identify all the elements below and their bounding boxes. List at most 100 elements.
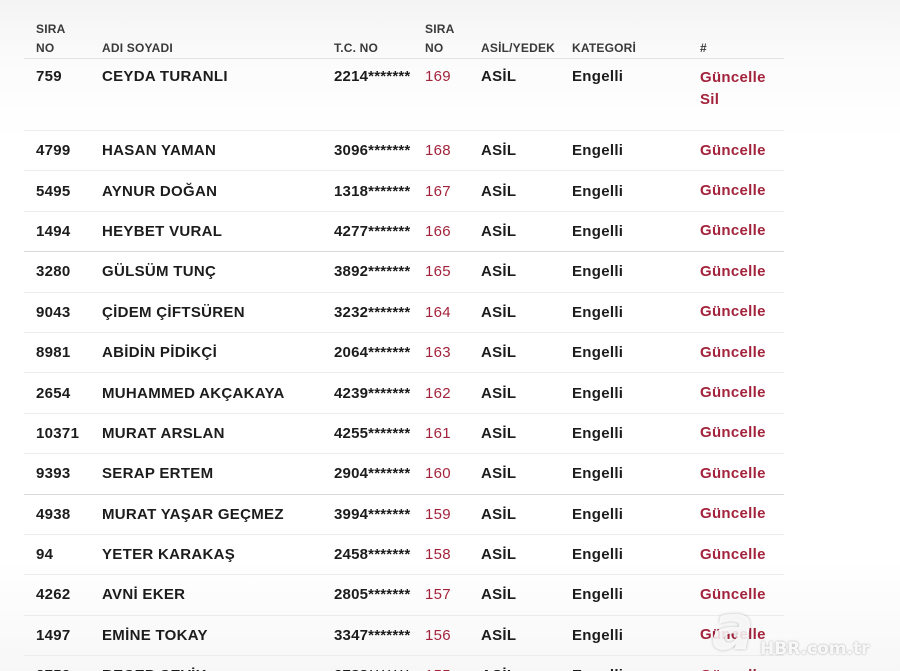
header-kategori: KATEGORİ (572, 41, 637, 55)
cell-tc-no: 4255******* (334, 424, 411, 442)
table-row: 759 CEYDA TURANLI 2214******* 169 ASİL Engell… (24, 59, 784, 131)
table-header: SIRA NO ADI SOYADI T.C. NO SIRA NO ASİL/… (24, 6, 784, 59)
cell-sira-no: 9043 (36, 303, 71, 321)
cell-name: EMİNE TOKAY (102, 626, 208, 644)
cell-tc-no: 2064******* (334, 344, 411, 362)
cell-tc-no: 3232******* (334, 303, 411, 321)
cell-name: AYNUR DOĞAN (102, 182, 218, 200)
cell-rank: 157 (425, 586, 451, 604)
header-tc-no: T.C. NO (334, 41, 379, 55)
cell-status: ASİL (481, 505, 517, 523)
cell-actions: Güncelle (688, 575, 784, 615)
update-link[interactable]: Güncelle (700, 464, 776, 484)
table-row: 3280 GÜLSÜM TUNÇ 3892******* 165 ASİL Engelli… (24, 252, 784, 293)
update-link[interactable]: Güncelle (700, 383, 776, 403)
cell-category: Engelli (572, 384, 624, 402)
update-link[interactable]: Güncelle (700, 625, 776, 645)
header-sira-no: SIRA NO (36, 22, 66, 55)
header-asil-yedek: ASİL/YEDEK (481, 41, 556, 55)
cell-name: AVNİ EKER (102, 586, 186, 604)
update-link[interactable]: Güncelle (700, 666, 776, 671)
cell-name: CEYDA TURANLI (102, 68, 228, 85)
cell-name: MUHAMMED AKÇAKAYA (102, 384, 285, 402)
cell-status: ASİL (481, 344, 517, 362)
screen: SIRA NO ADI SOYADI T.C. NO SIRA NO ASİL/… (0, 0, 900, 671)
cell-sira-no: 3280 (36, 263, 71, 281)
update-link[interactable]: Güncelle (700, 181, 776, 201)
table-row: 9043 ÇİDEM ÇİFTSÜREN 3232******* 164 ASİL Eng… (24, 292, 784, 333)
table-row: 94 YETER KARAKAŞ 2458******* 158 ASİL Engelli… (24, 534, 784, 575)
cell-actions: Güncelle (688, 332, 784, 372)
table-row: 2752RECEP ÇEVİK2788*******155ASİLEngelli… (24, 656, 784, 671)
cell-rank: 163 (425, 344, 451, 362)
cell-rank: 159 (425, 505, 451, 523)
table-row: 10371 MURAT ARSLAN 4255******* 161 ASİL Engel… (24, 413, 784, 454)
update-link[interactable]: Güncelle (700, 423, 776, 443)
cell-category: Engelli (572, 546, 624, 564)
cell-sira-no: 8981 (36, 344, 71, 362)
cell-rank: 165 (425, 263, 451, 281)
update-link[interactable]: Güncelle (700, 343, 776, 363)
cell-rank: 168 (425, 142, 451, 160)
cell-tc-no: 3994******* (334, 505, 411, 523)
update-link[interactable]: Güncelle (700, 545, 776, 565)
cell-actions: Güncelle (688, 292, 784, 332)
cell-category: Engelli (572, 424, 624, 442)
cell-rank: 155 (413, 656, 469, 671)
cell-name: HEYBET VURAL (102, 222, 223, 240)
cell-category: Engelli (572, 626, 624, 644)
cell-rank: 156 (425, 626, 451, 644)
cell-status: ASİL (481, 142, 517, 160)
cell-sira-no: 4799 (36, 142, 71, 160)
cell-actions: Güncelle (688, 131, 784, 171)
cell-category: Engelli (572, 182, 624, 200)
update-link[interactable]: Güncelle (700, 141, 776, 161)
table-row: 4938 MURAT YAŞAR GEÇMEZ 3994******* 159 ASİL… (24, 494, 784, 535)
cell-status: ASİL (481, 626, 517, 644)
cell-tc-no: 3892******* (334, 263, 411, 281)
update-link[interactable]: Güncelle (700, 262, 776, 282)
cell-status: ASİL (481, 68, 517, 85)
table-row: 4262 AVNİ EKER 2805******* 157 ASİL Engelli Gü… (24, 575, 784, 616)
cell-category: Engelli (572, 303, 624, 321)
cell-status: ASİL (481, 546, 517, 564)
cell-tc-no: 3096******* (334, 142, 411, 160)
table-row: 1494 HEYBET VURAL 4277******* 166 ASİL Engell… (24, 211, 784, 252)
cell-name: SERAP ERTEM (102, 465, 214, 483)
delete-link[interactable]: Sil (700, 88, 776, 112)
placement-table: SIRA NO ADI SOYADI T.C. NO SIRA NO ASİL/… (24, 6, 784, 671)
update-link[interactable]: Güncelle (700, 221, 776, 241)
cell-rank: 162 (425, 384, 451, 402)
cell-category: Engelli (572, 586, 624, 604)
cell-category: Engelli (572, 465, 624, 483)
cell-status: ASİL (481, 424, 517, 442)
cell-tc-no: 4239******* (334, 384, 411, 402)
cell-status: ASİL (481, 465, 517, 483)
cell-sira-no: 1494 (36, 222, 71, 240)
cell-sira-no: 759 (36, 68, 62, 85)
cell-sira-no: 10371 (36, 424, 80, 442)
cell-tc-no: 2458******* (334, 546, 411, 564)
header-actions: # (700, 41, 707, 55)
cell-actions: Güncelle (688, 211, 784, 251)
header-adi-soyadi: ADI SOYADI (102, 41, 173, 55)
table-row: 4799 HASAN YAMAN 3096******* 168 ASİL Engelli… (24, 131, 784, 171)
cell-tc-no: 2214******* (334, 68, 411, 85)
cell-tc-no: 2788******* (322, 656, 413, 671)
cell-name: MURAT YAŞAR GEÇMEZ (102, 505, 284, 523)
cell-rank: 166 (425, 222, 451, 240)
cell-actions: Güncelle (688, 615, 784, 655)
update-link[interactable]: Güncelle (700, 504, 776, 524)
table-body: 759 CEYDA TURANLI 2214******* 169 ASİL Engell… (24, 59, 784, 671)
cell-sira-no: 94 (36, 546, 54, 564)
cell-sira-no: 2752 (24, 656, 90, 671)
cell-name: RECEP ÇEVİK (90, 656, 322, 671)
table-row: 2654 MUHAMMED AKÇAKAYA 4239******* 162 ASİL E… (24, 373, 784, 414)
update-link[interactable]: Güncelle (700, 302, 776, 322)
update-link[interactable]: Güncelle (700, 66, 776, 90)
cell-category: Engelli (560, 656, 688, 671)
update-link[interactable]: Güncelle (700, 585, 776, 605)
cell-tc-no: 2904******* (334, 465, 411, 483)
cell-rank: 167 (425, 182, 451, 200)
cell-category: Engelli (572, 222, 624, 240)
